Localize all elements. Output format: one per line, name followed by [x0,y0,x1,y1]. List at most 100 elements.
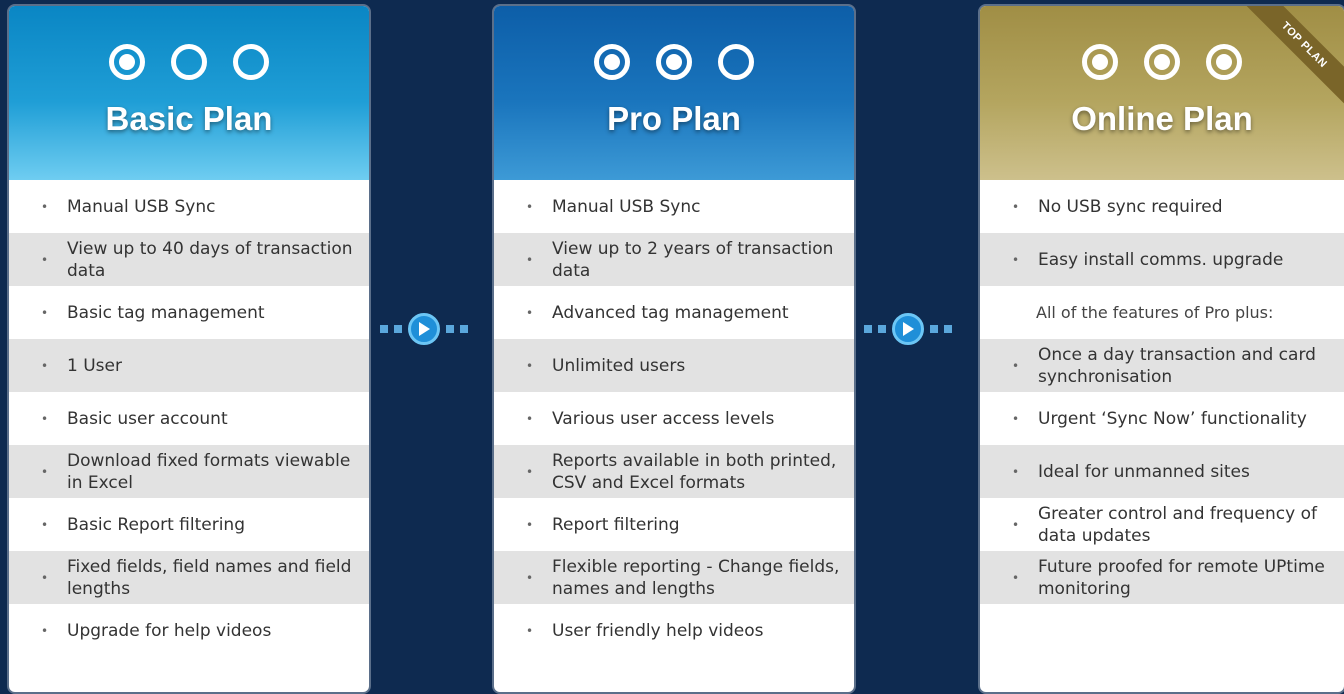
plan-header-online: Online Plan TOP PLAN [980,6,1344,180]
bullet-icon: • [41,358,49,373]
feature-text: Basic Report filtering [67,514,246,535]
feature-list: • Manual USB Sync • View up to 40 days of … [9,180,369,657]
feature-text: Reports available in both printed, CSV a… [552,450,837,493]
feature-item: • Ideal for unmanned sites [980,445,1344,498]
plan-header-pro: Pro Plan [494,6,854,180]
feature-text: 1 User [67,355,122,376]
feature-text: Manual USB Sync [67,196,216,217]
feature-text: No USB sync required [1038,196,1223,217]
bullet-icon: • [526,411,534,426]
plan-title: Basic Plan [105,100,273,137]
plan-level-dots [9,44,369,80]
feature-item: • Greater control and frequency of data u… [980,498,1344,551]
connector-dash [864,325,872,333]
plan-title: Pro Plan [607,100,741,137]
bullet-icon: • [526,199,534,214]
feature-item: • Unlimited users [494,339,854,392]
dot-filled-icon [1082,44,1118,80]
dot-filled-icon [109,44,145,80]
dot-filled-icon [656,44,692,80]
feature-text: Manual USB Sync [552,196,701,217]
connector-dash [930,325,938,333]
feature-item: • Upgrade for help videos [9,604,369,657]
feature-text: View up to 2 years of transaction data [552,238,834,281]
plan-header-basic: Basic Plan [9,6,369,180]
feature-text: Upgrade for help videos [67,620,272,641]
bullet-icon: • [1012,252,1020,267]
bullet-icon: • [526,464,534,479]
bullet-icon: • [41,517,49,532]
connector-dash [446,325,454,333]
feature-text: Report filtering [552,514,680,535]
feature-item: • View up to 2 years of transaction data [494,233,854,286]
feature-text: Ideal for unmanned sites [1038,461,1250,482]
feature-item: • Manual USB Sync [494,180,854,233]
feature-item: • Basic tag management [9,286,369,339]
plan-connector [380,312,474,346]
feature-item: • Future proofed for remote UPtime monito… [980,551,1344,604]
feature-item: • Flexible reporting - Change fields, nam… [494,551,854,604]
connector-dash [878,325,886,333]
plan-card-pro: Pro Plan • Manual USB Sync • View up to 2 … [492,4,856,694]
top-plan-ribbon: TOP PLAN [1244,6,1344,106]
bullet-icon: • [1012,358,1020,373]
bullet-icon: • [41,623,49,638]
feature-item: • View up to 40 days of transaction data [9,233,369,286]
feature-item: • Basic user account [9,392,369,445]
bullet-icon: • [526,305,534,320]
feature-text: Greater control and frequency of data up… [1038,503,1317,546]
plan-connector [864,312,958,346]
bullet-icon: • [1012,199,1020,214]
bullet-icon: • [41,570,49,585]
feature-item: • Once a day transaction and card synchro… [980,339,1344,392]
feature-item: • Report filtering [494,498,854,551]
bullet-icon: • [1012,464,1020,479]
dot-filled-icon [594,44,630,80]
feature-item: • Urgent ‘Sync Now’ functionality [980,392,1344,445]
bullet-icon: • [1012,517,1020,532]
dot-empty-icon [171,44,207,80]
feature-text: Basic tag management [67,302,265,323]
feature-text: Future proofed for remote UPtime monitor… [1038,556,1325,599]
bullet-icon: • [526,570,534,585]
bullet-icon: • [526,623,534,638]
play-arrow-icon[interactable] [408,313,440,345]
feature-item: • Fixed fields, field names and field len… [9,551,369,604]
bullet-icon: • [526,252,534,267]
bullet-icon: • [41,464,49,479]
plan-card-basic: Basic Plan • Manual USB Sync • View up to … [7,4,371,694]
feature-text: Once a day transaction and card synchron… [1038,344,1316,387]
feature-item: • User friendly help videos [494,604,854,657]
feature-item: • 1 User [9,339,369,392]
feature-text: All of the features of Pro plus: [1036,302,1274,322]
feature-item: • Reports available in both printed, CSV … [494,445,854,498]
feature-text: Easy install comms. upgrade [1038,249,1284,270]
feature-text: View up to 40 days of transaction data [67,238,353,281]
bullet-icon: • [41,252,49,267]
feature-item: • Advanced tag management [494,286,854,339]
feature-text: Flexible reporting - Change fields, name… [552,556,840,599]
feature-text: User friendly help videos [552,620,764,641]
feature-item: • No USB sync required [980,180,1344,233]
ribbon-label: TOP PLAN [1244,6,1344,106]
feature-list: • No USB sync required • Easy install comm… [980,180,1344,604]
feature-text: Unlimited users [552,355,686,376]
bullet-icon: • [41,305,49,320]
bullet-icon: • [1012,570,1020,585]
feature-text: Advanced tag management [552,302,789,323]
bullet-icon: • [1012,411,1020,426]
plan-card-online: Online Plan TOP PLAN • No USB sync requir… [978,4,1344,694]
feature-note: All of the features of Pro plus: [980,286,1344,339]
bullet-icon: • [526,517,534,532]
feature-item: • Manual USB Sync [9,180,369,233]
feature-item: • Download fixed formats viewable in Exce… [9,445,369,498]
bullet-icon: • [41,199,49,214]
feature-text: Basic user account [67,408,228,429]
bullet-icon: • [41,411,49,426]
feature-list: • Manual USB Sync • View up to 2 years of … [494,180,854,657]
connector-dash [460,325,468,333]
dot-filled-icon [1144,44,1180,80]
play-arrow-icon[interactable] [892,313,924,345]
dot-empty-icon [233,44,269,80]
plan-level-dots [494,44,854,80]
